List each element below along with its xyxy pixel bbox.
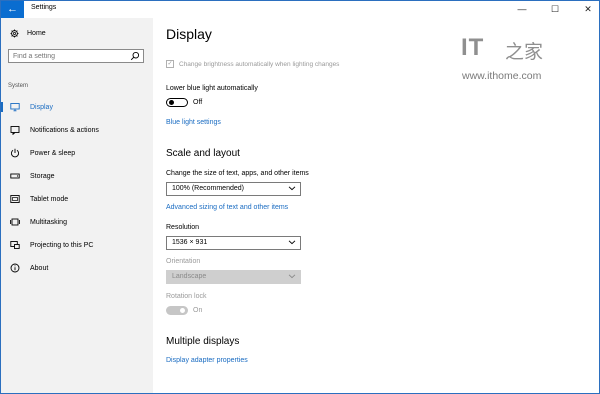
home-label: Home (27, 30, 46, 37)
sidebar-item-label: Multitasking (30, 218, 67, 226)
project-icon (10, 241, 20, 249)
blue-light-label: Lower blue light automatically (166, 85, 258, 92)
settings-window: ← Settings — ☐ ✕ Home System (0, 0, 600, 394)
resolution-label: Resolution (166, 224, 200, 231)
rotation-lock-toggle (166, 306, 188, 315)
sidebar-item-projecting[interactable]: Projecting to this PC (1, 237, 153, 253)
resolution-dropdown-value: 1536 × 931 (172, 239, 208, 246)
watermark-chinese: 之家 (505, 42, 544, 63)
search-input[interactable] (13, 50, 123, 62)
minimize-button[interactable]: — (511, 1, 533, 18)
sidebar-item-label: Storage (30, 172, 55, 180)
chevron-down-icon (288, 274, 296, 279)
scale-dropdown-value: 100% (Recommended) (172, 185, 244, 192)
sidebar-item-label: About (30, 264, 49, 272)
page-title: Display (166, 26, 212, 42)
sidebar-item-notifications[interactable]: Notifications & actions (1, 122, 153, 138)
storage-icon (10, 173, 20, 179)
sidebar: Home System Display Notifications & acti… (1, 18, 153, 393)
maximize-button[interactable]: ☐ (544, 1, 566, 18)
search-icon[interactable] (130, 51, 140, 61)
scale-dropdown[interactable]: 100% (Recommended) (166, 182, 301, 196)
watermark-url: www.ithome.com (462, 70, 542, 82)
section-label-system: System (8, 83, 29, 89)
ithome-watermark: IT 之家 www.ithome.com (461, 34, 556, 84)
sidebar-item-label: Tablet mode (30, 195, 69, 203)
multitasking-icon (10, 218, 20, 226)
rotation-lock-state: On (193, 307, 203, 314)
close-button[interactable]: ✕ (577, 1, 599, 18)
rotation-lock-label: Rotation lock (166, 293, 207, 300)
sidebar-item-label: Notifications & actions (30, 126, 99, 134)
title-bar: ← Settings — ☐ ✕ (1, 1, 599, 18)
brightness-checkbox-row: ✓ Change brightness automatically when l… (166, 60, 339, 68)
orientation-dropdown: Landscape (166, 270, 301, 284)
advanced-sizing-link[interactable]: Advanced sizing of text and other items (166, 204, 288, 211)
chevron-down-icon (288, 240, 296, 245)
watermark-logo: IT (461, 34, 485, 61)
sidebar-item-label: Projecting to this PC (30, 241, 94, 249)
blue-light-toggle[interactable] (166, 98, 188, 107)
brightness-checkbox-label: Change brightness automatically when lig… (179, 60, 340, 68)
power-icon (10, 148, 20, 158)
notification-icon (10, 126, 20, 135)
monitor-icon (10, 103, 20, 112)
sidebar-item-power-sleep[interactable]: Power & sleep (1, 145, 153, 161)
back-button[interactable]: ← (1, 1, 24, 18)
app-title: Settings (31, 4, 57, 11)
sidebar-item-label: Power & sleep (30, 149, 76, 157)
multiple-displays-heading: Multiple displays (166, 336, 240, 347)
sidebar-item-multitasking[interactable]: Multitasking (1, 214, 153, 230)
sidebar-item-storage[interactable]: Storage (1, 168, 153, 184)
blue-light-state: Off (193, 99, 203, 106)
sidebar-item-label: Display (30, 103, 53, 111)
home-link[interactable]: Home (10, 29, 46, 38)
sidebar-item-display[interactable]: Display (1, 99, 153, 115)
orientation-label: Orientation (166, 258, 201, 265)
tablet-icon (10, 195, 20, 203)
scale-layout-heading: Scale and layout (166, 148, 240, 159)
sidebar-item-tablet-mode[interactable]: Tablet mode (1, 191, 153, 207)
resolution-dropdown[interactable]: 1536 × 931 (166, 236, 301, 250)
toggle-knob (169, 100, 174, 105)
size-label: Change the size of text, apps, and other… (166, 170, 309, 177)
blue-light-settings-link[interactable]: Blue light settings (166, 119, 221, 126)
brightness-checkbox: ✓ (166, 60, 174, 68)
display-adapter-link[interactable]: Display adapter properties (166, 357, 248, 364)
info-icon (10, 263, 20, 273)
orientation-dropdown-value: Landscape (172, 273, 207, 280)
sidebar-item-about[interactable]: About (1, 260, 153, 276)
chevron-down-icon (288, 186, 296, 191)
toggle-knob (180, 308, 185, 313)
gear-icon (10, 29, 19, 38)
search-box (8, 49, 144, 63)
